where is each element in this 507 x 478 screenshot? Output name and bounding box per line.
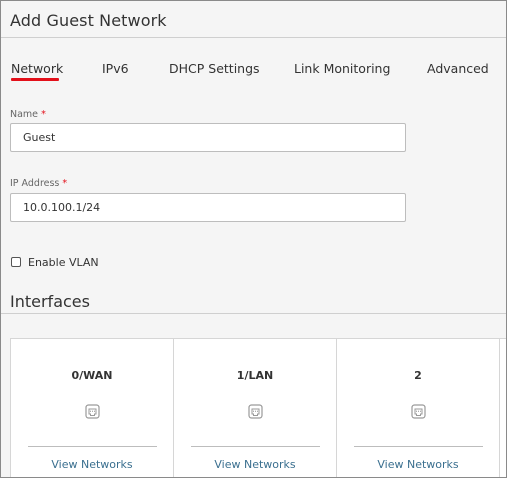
ethernet-port-icon: [85, 404, 100, 419]
ethernet-port-icon: [248, 404, 263, 419]
tab-advanced[interactable]: Advanced: [427, 61, 489, 76]
tab-ipv6[interactable]: IPv6: [102, 61, 129, 76]
ethernet-port-icon: [411, 404, 426, 419]
interface-card-2[interactable]: 2 View Networks: [337, 339, 500, 477]
interface-cards: 0/WAN View Networks 1/LAN View Networks: [10, 338, 506, 477]
interface-name: 2: [414, 369, 422, 382]
required-marker: *: [41, 109, 46, 120]
ip-address-label-text: IP Address: [10, 178, 60, 189]
tab-link-monitoring[interactable]: Link Monitoring: [294, 61, 390, 76]
card-divider: [191, 446, 320, 447]
ip-address-label: IP Address *: [10, 178, 67, 189]
view-networks-link[interactable]: View Networks: [337, 458, 499, 471]
view-networks-link[interactable]: View Networks: [11, 458, 173, 471]
card-divider: [354, 446, 483, 447]
interface-name: 1/LAN: [236, 369, 274, 382]
add-guest-network-dialog: Add Guest Network Network IPv6 DHCP Sett…: [0, 0, 507, 478]
view-networks-link[interactable]: View Networks: [174, 458, 336, 471]
tab-dhcp-settings[interactable]: DHCP Settings: [169, 61, 260, 76]
card-divider: [28, 446, 157, 447]
interface-card-0-wan[interactable]: 0/WAN View Networks: [11, 339, 174, 477]
interface-name: 0/WAN: [71, 369, 113, 382]
interfaces-divider: [1, 313, 506, 314]
name-label: Name *: [10, 109, 46, 120]
enable-vlan-checkbox[interactable]: [11, 257, 21, 267]
interfaces-heading: Interfaces: [10, 292, 90, 311]
ip-address-input[interactable]: [10, 193, 406, 222]
required-marker: *: [62, 178, 68, 189]
tab-network[interactable]: Network: [11, 61, 63, 76]
active-tab-indicator: [11, 78, 59, 81]
title-divider: [1, 37, 506, 38]
tab-bar: Network IPv6 DHCP Settings Link Monitori…: [1, 61, 506, 83]
name-label-text: Name: [10, 109, 39, 120]
dialog-title: Add Guest Network: [10, 11, 167, 30]
enable-vlan-label[interactable]: Enable VLAN: [28, 256, 99, 269]
name-input[interactable]: [10, 123, 406, 152]
enable-vlan-row[interactable]: Enable VLAN: [11, 255, 99, 269]
interface-card-1-lan[interactable]: 1/LAN View Networks: [174, 339, 337, 477]
